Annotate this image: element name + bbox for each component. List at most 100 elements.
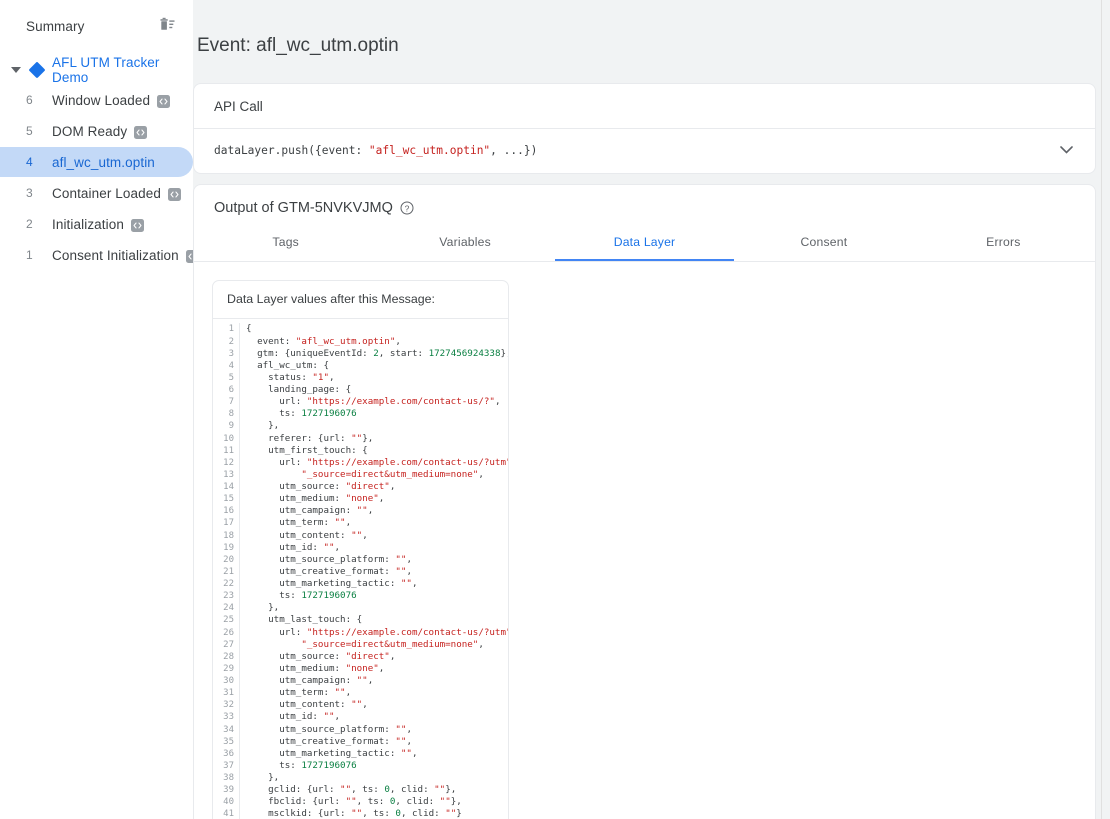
- code-icon: [130, 218, 144, 232]
- api-code-suffix: , ...}): [490, 143, 538, 157]
- event-label: DOM Ready: [52, 123, 128, 139]
- trash-icon[interactable]: [157, 16, 177, 36]
- line-number: 39: [213, 784, 240, 797]
- code-line: 33 utm_id: "",: [213, 711, 508, 724]
- line-code: utm_first_touch: {: [246, 444, 368, 456]
- line-code: utm_term: "",: [246, 687, 352, 699]
- line-number: 21: [213, 565, 240, 579]
- code-line: 2 event: "afl_wc_utm.optin",: [213, 335, 508, 348]
- line-code: },: [246, 420, 280, 432]
- line-number: 15: [213, 493, 240, 506]
- main-content: Event: afl_wc_utm.optin API Call dataLay…: [193, 0, 1110, 819]
- line-code: utm_source_platform: "",: [246, 553, 412, 565]
- line-code: url: "https://example.com/contact-us/?",: [246, 396, 501, 408]
- sidebar-root-container[interactable]: AFL UTM Tracker Demo: [0, 55, 193, 85]
- output-card: Output of GTM-5NVKVJMQ ? Tags Variables Da…: [193, 184, 1096, 819]
- code-line: 12 url: "https://example.com/contact-us/…: [213, 456, 509, 469]
- code-line: 30 utm_campaign: "",: [213, 675, 508, 688]
- line-code: utm_last_touch: {: [246, 614, 363, 626]
- code-line: 13 "_source=direct&utm_medium=none",: [213, 468, 508, 482]
- line-code: utm_id: "",: [246, 541, 341, 553]
- help-circle-icon[interactable]: ?: [400, 201, 414, 215]
- line-number: 10: [213, 432, 240, 445]
- event-number: 1: [26, 248, 33, 262]
- line-number: 30: [213, 675, 240, 688]
- line-code: "_source=direct&utm_medium=none",: [301, 468, 484, 480]
- line-number: 3: [213, 347, 240, 360]
- event-label: Container Loaded: [52, 185, 161, 201]
- tab-consent[interactable]: Consent: [734, 226, 913, 261]
- sidebar-event-consent-initialization[interactable]: 1 Consent Initialization: [0, 240, 193, 270]
- event-label: Window Loaded: [52, 92, 151, 108]
- code-line: 8 ts: 1727196076: [213, 408, 508, 421]
- line-number: 11: [213, 444, 240, 457]
- code-line: 19 utm_id: "",: [213, 541, 508, 554]
- line-number: 28: [213, 650, 240, 663]
- line-code: utm_medium: "none",: [246, 662, 385, 674]
- line-number: 32: [213, 699, 240, 712]
- line-code: gclid: {url: "", ts: 0, clid: ""},: [246, 784, 457, 796]
- line-code: "_source=direct&utm_medium=none",: [301, 638, 484, 650]
- line-number: 8: [213, 408, 240, 421]
- event-number: 4: [26, 155, 33, 169]
- tab-variables[interactable]: Variables: [375, 226, 554, 261]
- event-number: 5: [26, 124, 33, 138]
- line-number: 12: [213, 456, 240, 469]
- code-line: 3 gtm: {uniqueEventId: 2, start: 1727456…: [213, 347, 508, 360]
- line-number: 4: [213, 359, 240, 372]
- event-number: 3: [26, 186, 33, 200]
- code-line: 11 utm_first_touch: {: [213, 444, 508, 457]
- data-layer-code-block[interactable]: 1{2 event: "afl_wc_utm.optin", 3 gtm: {un…: [213, 319, 508, 819]
- line-code: {: [246, 323, 252, 335]
- line-code: landing_page: {: [246, 384, 352, 396]
- event-sidebar: Summary AFL UTM Tracker Demo 6 Window Loa…: [0, 0, 193, 819]
- line-number: 13: [213, 468, 240, 482]
- line-number: 9: [213, 420, 240, 433]
- line-code: utm_marketing_tactic: "",: [246, 747, 418, 759]
- line-number: 1: [213, 323, 240, 336]
- code-line: 40 fbclid: {url: "", ts: 0, clid: ""},: [213, 796, 508, 809]
- line-code: url: "https://example.com/contact-us/?ut…: [246, 456, 509, 468]
- line-code: fbclid: {url: "", ts: 0, clid: ""},: [246, 796, 462, 808]
- line-number: 5: [213, 371, 240, 385]
- line-number: 2: [213, 335, 240, 348]
- code-line: 6 landing_page: {: [213, 384, 508, 397]
- data-layer-panel-heading: Data Layer values after this Message:: [213, 281, 508, 320]
- tab-tags[interactable]: Tags: [196, 226, 375, 261]
- code-line: 22 utm_marketing_tactic: "",: [213, 578, 508, 591]
- line-code: gtm: {uniqueEventId: 2, start: 172745692…: [246, 347, 508, 359]
- api-call-row[interactable]: dataLayer.push({event: "afl_wc_utm.optin…: [194, 129, 1095, 173]
- line-number: 40: [213, 796, 240, 809]
- line-code: url: "https://example.com/contact-us/?ut…: [246, 626, 509, 638]
- line-code: utm_source: "direct",: [246, 650, 396, 662]
- tab-errors[interactable]: Errors: [914, 226, 1093, 261]
- line-code: utm_id: "",: [246, 711, 341, 723]
- data-layer-panel: Data Layer values after this Message: 1{…: [212, 280, 509, 819]
- line-number: 18: [213, 529, 240, 542]
- api-call-code: dataLayer.push({event: "afl_wc_utm.optin…: [214, 144, 537, 157]
- code-line: 1{: [213, 323, 508, 336]
- output-title: Output of GTM-5NVKVJMQ: [214, 200, 393, 217]
- line-number: 25: [213, 614, 240, 627]
- code-line: 10 referer: {url: ""},: [213, 432, 508, 445]
- sidebar-event-container-loaded[interactable]: 3 Container Loaded: [0, 178, 193, 208]
- sidebar-event-window-loaded[interactable]: 6 Window Loaded: [0, 85, 193, 115]
- code-line: 21 utm_creative_format: "",: [213, 565, 508, 579]
- sidebar-event-initialization[interactable]: 2 Initialization: [0, 209, 193, 239]
- chevron-down-icon[interactable]: [1055, 139, 1077, 161]
- line-number: 27: [213, 638, 240, 651]
- api-call-heading: API Call: [194, 84, 1095, 130]
- code-icon: [157, 94, 171, 108]
- code-line: 4 afl_wc_utm: {: [213, 359, 508, 372]
- line-number: 14: [213, 481, 240, 494]
- sidebar-event-dom-ready[interactable]: 5 DOM Ready: [0, 116, 193, 146]
- code-line: 15 utm_medium: "none",: [213, 493, 508, 506]
- line-code: ts: 1727196076: [246, 759, 357, 771]
- tab-data-layer[interactable]: Data Layer: [554, 226, 735, 262]
- window-scroll-edge[interactable]: [1101, 0, 1110, 819]
- line-code: utm_campaign: "",: [246, 675, 374, 687]
- api-call-card: API Call dataLayer.push({event: "afl_wc_…: [193, 83, 1096, 175]
- sidebar-event-afl-wc-utm-optin[interactable]: 4 afl_wc_utm.optin: [0, 147, 193, 177]
- sidebar-root-label: AFL UTM Tracker Demo: [52, 55, 160, 85]
- caret-down-icon[interactable]: [8, 62, 24, 78]
